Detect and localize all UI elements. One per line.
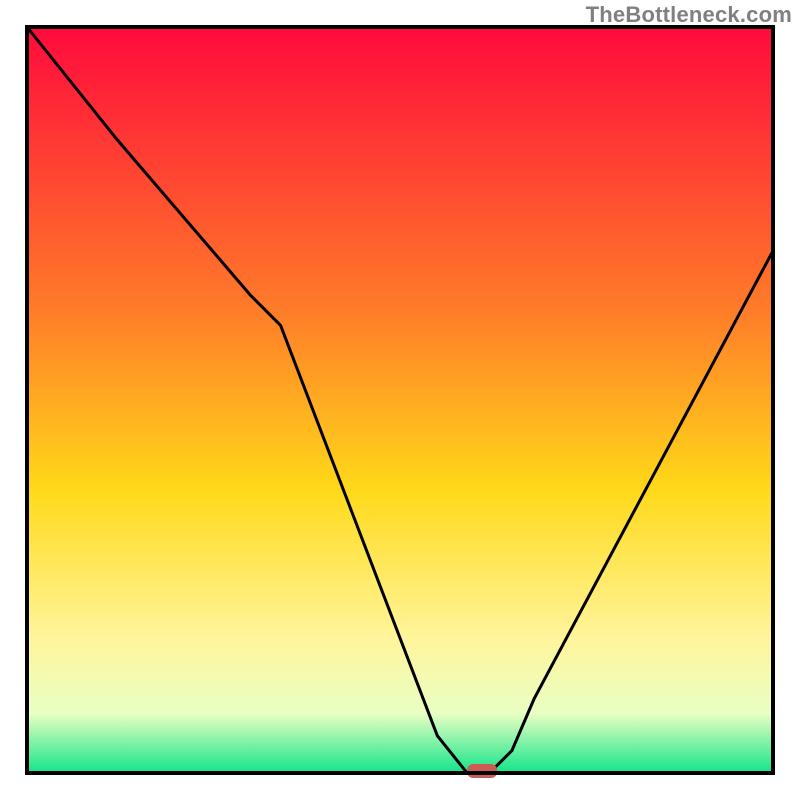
plot-background-gradient: [27, 27, 773, 773]
watermark-text: TheBottleneck.com: [586, 2, 792, 28]
chart-container: { "watermark": "TheBottleneck.com", "cha…: [0, 0, 800, 800]
chart-svg: [0, 0, 800, 800]
